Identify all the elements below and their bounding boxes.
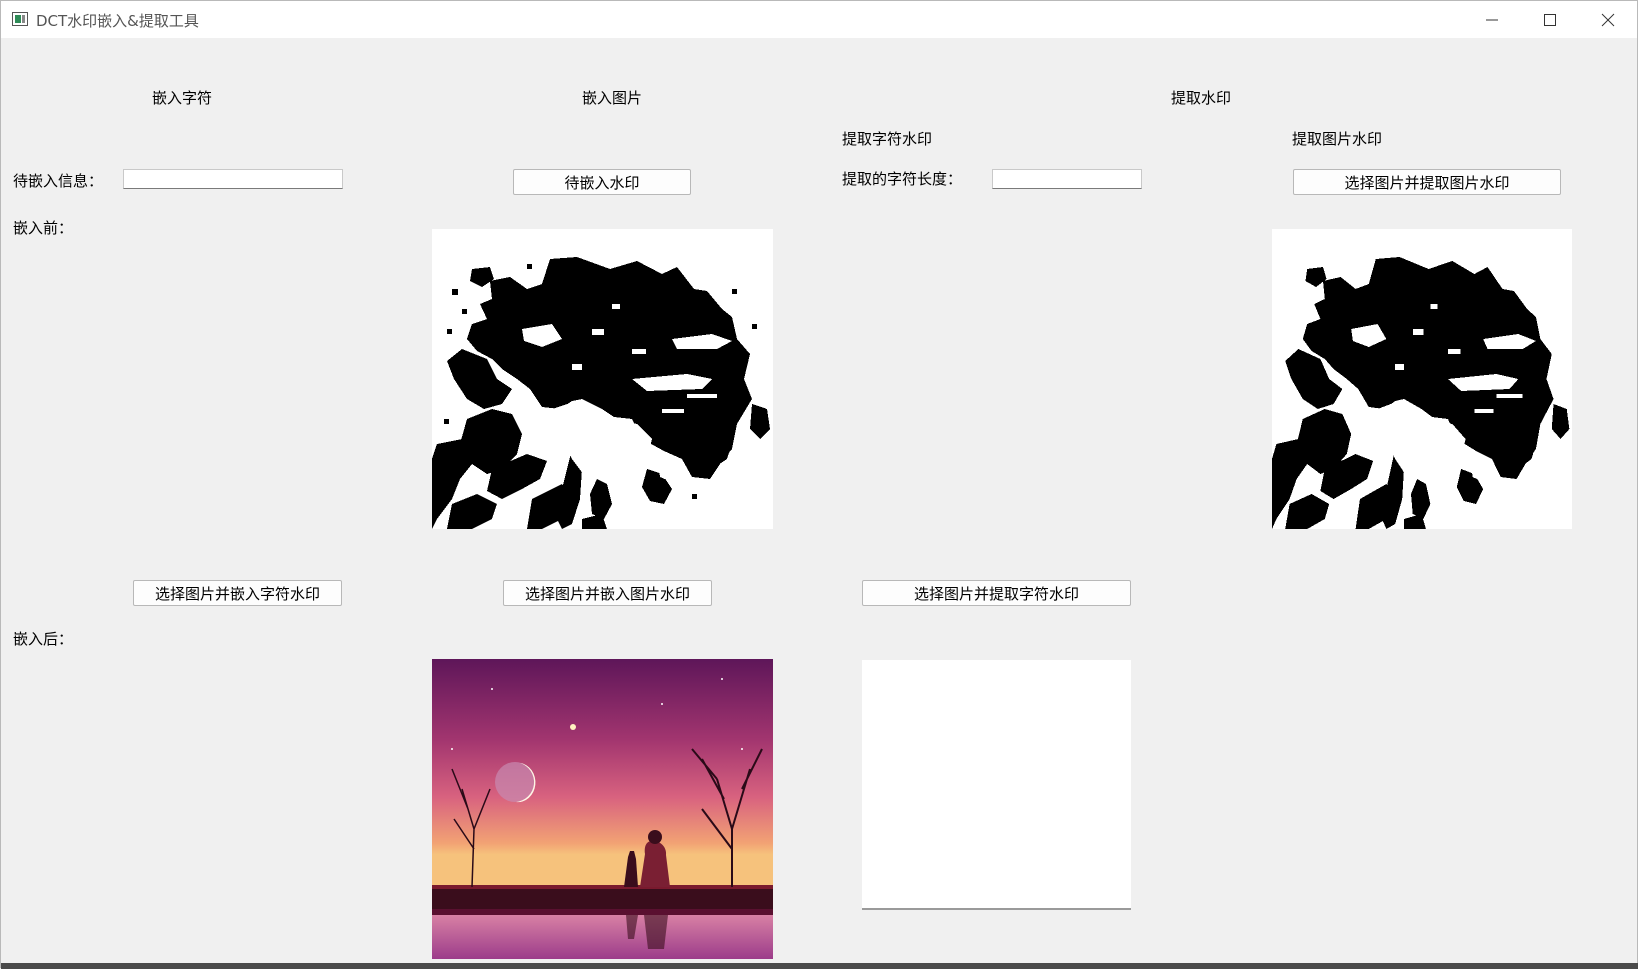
section-extract: 提取水印 [1171,89,1232,107]
flower-extracted-image [1272,257,1570,529]
select-extract-image-button[interactable]: 选择图片并提取图片水印 [1293,169,1561,195]
watermark-to-embed-button[interactable]: 待嵌入水印 [513,169,691,195]
embedded-result-image [432,659,773,959]
extract-length-input[interactable] [992,169,1142,189]
after-label: 嵌入后： [13,630,74,648]
flower-watermark-image [432,257,770,529]
info-label: 待嵌入信息： [13,172,104,190]
select-extract-text-button[interactable]: 选择图片并提取字符水印 [862,580,1131,606]
window-title: DCT水印嵌入&提取工具 [36,12,199,30]
extract-length-label: 提取的字符长度： [842,170,963,188]
sunset-landscape-image [432,659,773,959]
extracted-watermark-image [1272,229,1572,529]
section-extract-image: 提取图片水印 [1292,130,1383,148]
section-extract-text: 提取字符水印 [842,130,933,148]
select-embed-image-button[interactable]: 选择图片并嵌入图片水印 [503,580,712,606]
minimize-icon[interactable] [1463,1,1521,38]
section-embed-text: 嵌入字符 [152,89,213,107]
section-embed-image: 嵌入图片 [582,89,643,107]
select-embed-text-button[interactable]: 选择图片并嵌入字符水印 [133,580,342,606]
before-label: 嵌入前： [13,219,74,237]
extracted-text-area [862,660,1131,910]
watermark-preview-image [432,229,773,529]
info-input[interactable] [123,169,343,189]
close-icon[interactable] [1579,1,1637,38]
maximize-icon[interactable] [1521,1,1579,38]
bottom-strip [1,963,1638,969]
app-window: DCT水印嵌入&提取工具 嵌入字符 嵌入图片 提取水印 提取字符水印 提取图片水… [0,0,1638,969]
title-bar[interactable]: DCT水印嵌入&提取工具 [1,1,1637,38]
app-icon [12,12,28,26]
